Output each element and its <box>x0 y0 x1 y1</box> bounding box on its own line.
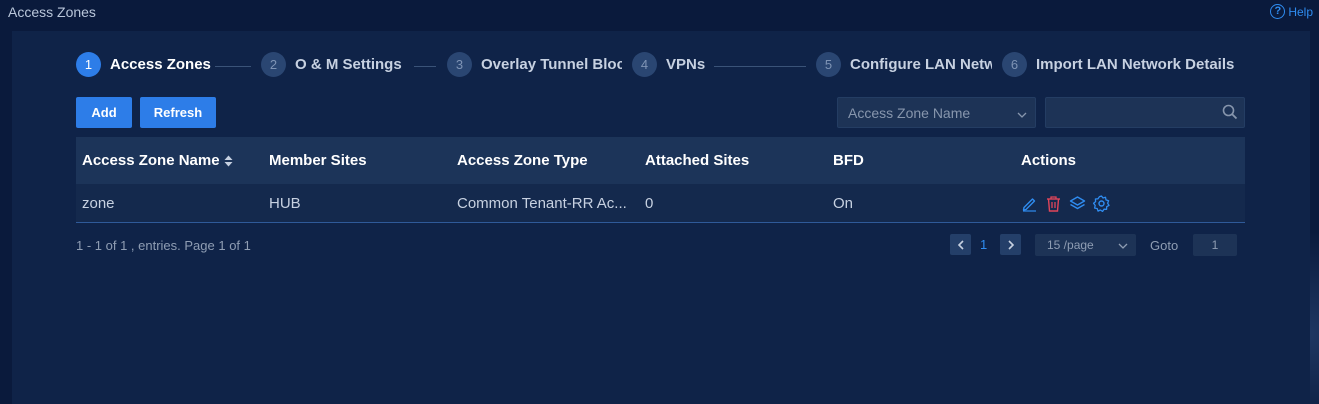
page-size-value: 15 /page <box>1047 238 1094 252</box>
step-vpns[interactable]: 4 VPNs <box>632 51 712 77</box>
main-panel: 1 Access Zones 2 O & M Settings 3 Overla… <box>12 31 1310 404</box>
page-title: Access Zones <box>8 4 96 20</box>
step-connector <box>215 66 251 67</box>
column-header-actions: Actions <box>1021 152 1077 169</box>
settings-icon[interactable] <box>1093 194 1110 212</box>
step-number: 3 <box>447 51 472 77</box>
goto-page-input[interactable] <box>1193 234 1237 256</box>
column-header-member-sites: Member Sites <box>269 152 367 169</box>
step-connector <box>414 66 436 67</box>
step-number: 2 <box>261 51 286 77</box>
step-number: 6 <box>1002 51 1027 77</box>
refresh-button[interactable]: Refresh <box>140 97 216 128</box>
search-box <box>1045 97 1245 128</box>
page-size-select[interactable]: 15 /page <box>1035 234 1136 256</box>
cell-bfd: On <box>833 194 854 212</box>
goto-label: Goto <box>1150 238 1179 253</box>
pagination-summary: 1 - 1 of 1 , entries. Page 1 of 1 <box>76 238 251 253</box>
page-number-current[interactable]: 1 <box>980 237 987 252</box>
help-circle-icon: ? <box>1270 4 1286 19</box>
step-label: Import LAN Network Details <box>1036 55 1235 73</box>
step-overlay-tunnel[interactable]: 3 Overlay Tunnel Bloc <box>447 51 622 77</box>
header-label: Access Zone Name <box>82 152 220 169</box>
step-connector <box>714 66 806 67</box>
column-header-access-zone-name[interactable]: Access Zone Name <box>76 152 263 169</box>
column-header-bfd: BFD <box>833 152 864 169</box>
step-label: Access Zones <box>110 55 211 73</box>
step-access-zones[interactable]: 1 Access Zones <box>76 51 216 77</box>
chevron-down-icon <box>1118 240 1128 254</box>
step-number: 4 <box>632 51 657 77</box>
step-number: 1 <box>76 51 101 77</box>
sort-icon[interactable] <box>224 155 233 167</box>
table-row: zone HUB Common Tenant-RR Ac... 0 On <box>76 184 1245 223</box>
cell-member-sites: HUB <box>269 194 301 212</box>
wizard-steps: 1 Access Zones 2 O & M Settings 3 Overla… <box>76 51 1256 77</box>
step-label: Overlay Tunnel Bloc <box>481 55 622 73</box>
chevron-left-icon[interactable] <box>950 234 971 255</box>
step-import-lan[interactable]: 6 Import LAN Network Details <box>1002 51 1242 77</box>
cell-attached-sites: 0 <box>645 194 654 212</box>
help-link[interactable]: ? Help <box>1270 4 1313 19</box>
cell-access-zone-type: Common Tenant-RR Ac... <box>457 194 627 212</box>
step-configure-lan[interactable]: 5 Configure LAN Netw <box>816 51 994 77</box>
add-button[interactable]: Add <box>76 97 132 128</box>
help-label: Help <box>1288 4 1313 19</box>
column-header-access-zone-type: Access Zone Type <box>457 152 588 169</box>
step-label: O & M Settings <box>295 55 402 73</box>
chevron-down-icon <box>1017 107 1027 123</box>
filter-field-select[interactable]: Access Zone Name <box>837 97 1036 128</box>
cell-actions <box>1015 194 1245 212</box>
search-icon[interactable] <box>1222 104 1238 125</box>
filter-selected-value: Access Zone Name <box>848 104 971 121</box>
step-number: 5 <box>816 51 841 77</box>
column-header-attached-sites: Attached Sites <box>645 152 750 169</box>
layers-icon[interactable] <box>1069 195 1086 212</box>
delete-icon[interactable] <box>1045 195 1062 212</box>
chevron-right-icon[interactable] <box>1000 234 1021 255</box>
step-label: VPNs <box>666 55 706 73</box>
step-label: Configure LAN Netw <box>850 55 992 73</box>
access-zones-table: Access Zone Name Member Sites Access Zon… <box>76 137 1245 223</box>
edit-icon[interactable] <box>1021 195 1038 212</box>
cell-access-zone-name: zone <box>82 194 115 212</box>
step-om-settings[interactable]: 2 O & M Settings <box>261 51 411 77</box>
table-header: Access Zone Name Member Sites Access Zon… <box>76 137 1245 184</box>
search-input[interactable] <box>1046 98 1216 127</box>
